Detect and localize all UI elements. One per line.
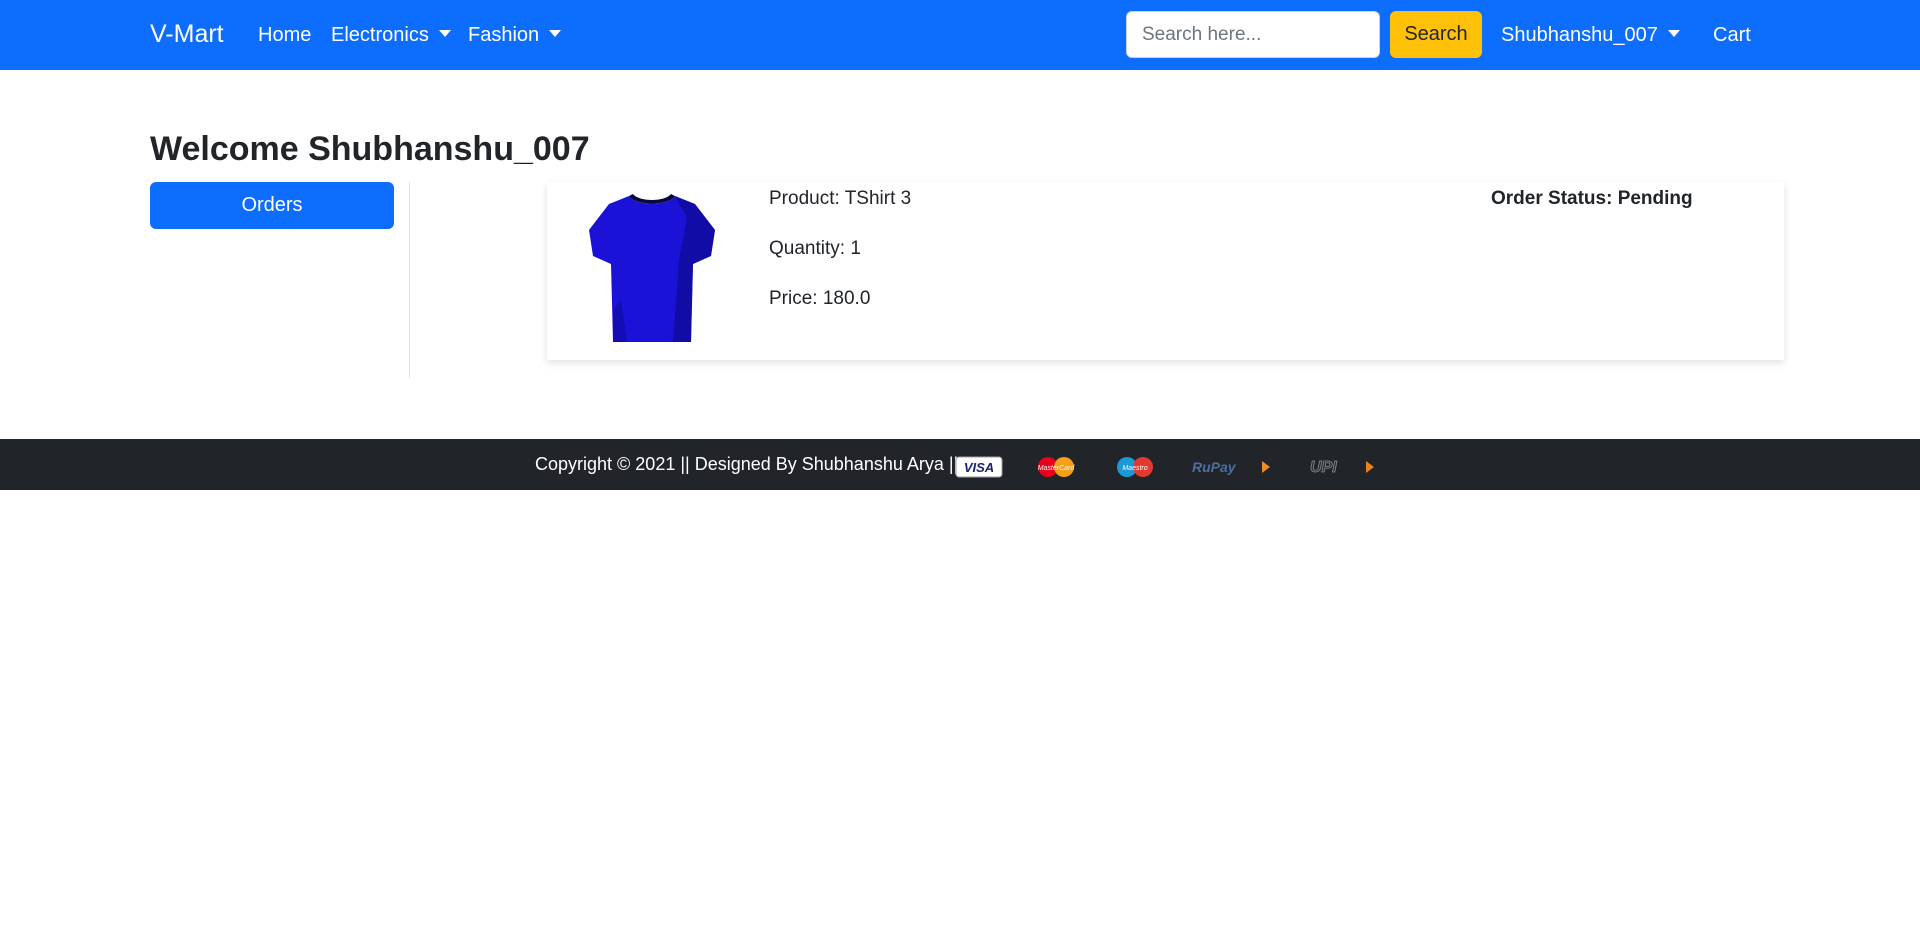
chevron-down-icon — [1667, 30, 1680, 37]
nav-fashion-label: Fashion — [468, 24, 540, 46]
upi-logo: UPI — [1310, 459, 1374, 476]
footer: Copyright © 2021 || Designed By Shubhans… — [0, 439, 1920, 490]
order-status: Order Status: Pending — [1491, 188, 1693, 209]
user-menu-dropdown[interactable]: Shubhanshu_007 — [1501, 24, 1680, 47]
user-menu-label: Shubhanshu_007 — [1501, 24, 1658, 46]
maestro-logo-text: Maestro — [1122, 465, 1147, 472]
cart-link[interactable]: Cart — [1713, 24, 1751, 47]
chevron-down-icon — [549, 30, 562, 37]
rupay-logo-text: RuPay — [1192, 459, 1237, 475]
rupay-logo: RuPay — [1192, 459, 1270, 475]
search-button[interactable]: Search — [1390, 11, 1482, 58]
page-title: Welcome Shubhanshu_007 — [150, 130, 590, 168]
nav-electronics-dropdown[interactable]: Electronics — [331, 24, 451, 47]
visa-logo-text: VISA — [964, 460, 994, 475]
orders-button[interactable]: Orders — [150, 182, 394, 229]
order-product: Product: TShirt 3 — [769, 188, 912, 209]
upi-logo-text: UPI — [1310, 459, 1337, 476]
order-card: Product: TShirt 3 Quantity: 1 Price: 180… — [547, 182, 1784, 360]
chevron-down-icon — [438, 30, 451, 37]
search-input[interactable] — [1126, 11, 1380, 58]
order-quantity: Quantity: 1 — [769, 238, 861, 259]
sidebar-divider — [409, 182, 410, 378]
nav-electronics-label: Electronics — [331, 24, 429, 46]
nav-fashion-dropdown[interactable]: Fashion — [468, 24, 562, 47]
nav-home-link[interactable]: Home — [258, 24, 311, 47]
navbar: V-Mart Home Electronics Fashion Search S… — [0, 0, 1920, 70]
tshirt-product-image — [589, 194, 715, 342]
visa-logo: VISA — [955, 456, 1003, 478]
order-price: Price: 180.0 — [769, 288, 871, 309]
mastercard-logo-text: MasterCard — [1038, 465, 1076, 472]
footer-copyright: Copyright © 2021 || Designed By Shubhans… — [535, 454, 959, 474]
maestro-logo: Maestro — [1117, 457, 1153, 477]
mastercard-logo: MasterCard — [1038, 457, 1076, 477]
brand-logo[interactable]: V-Mart — [150, 20, 224, 49]
